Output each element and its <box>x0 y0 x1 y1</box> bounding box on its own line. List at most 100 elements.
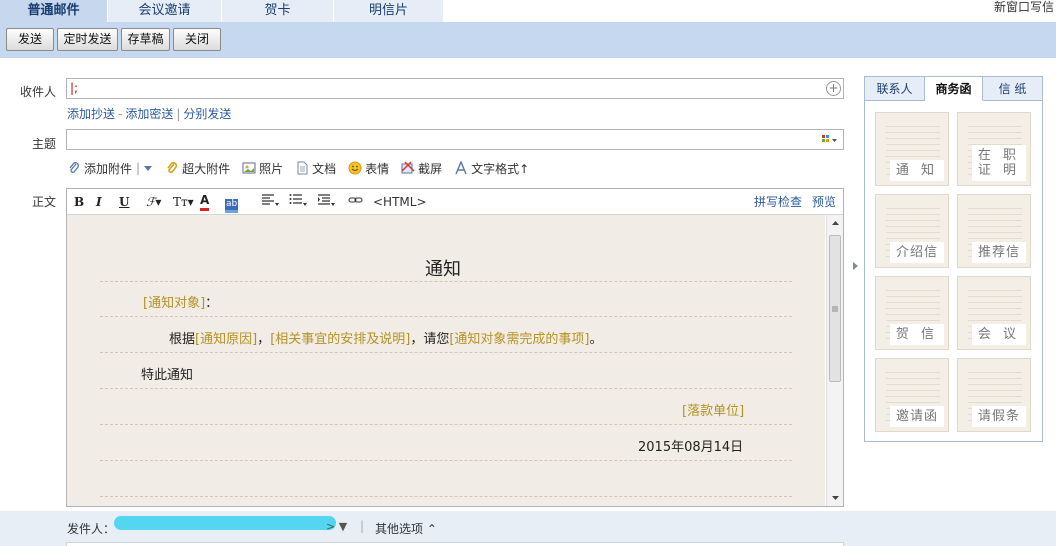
p-end: 。 <box>589 332 603 347</box>
to-input-value: |; <box>70 81 79 95</box>
colon: ： <box>205 296 219 311</box>
text-format-label: 文字格式↑ <box>471 161 530 176</box>
template-label: 邀请函 <box>889 406 944 427</box>
sender-dropdown[interactable]: > ▼ <box>326 520 347 533</box>
large-attachment-icon <box>167 161 178 174</box>
ruled-line <box>100 496 792 497</box>
photo-label: 照片 <box>259 161 284 176</box>
placeholder-reason: [通知原因] <box>195 332 258 347</box>
font-color-icon[interactable]: A <box>200 193 210 211</box>
tab-contacts[interactable]: 联系人 <box>865 77 925 101</box>
template-label: 通 知 <box>889 160 944 181</box>
template-label: 贺 信 <box>889 324 944 345</box>
tab-normal-mail[interactable]: 普通邮件 <box>0 0 108 22</box>
html-mode-button[interactable]: <HTML> <box>373 193 427 211</box>
template-congratulation[interactable]: 贺 信 <box>875 276 949 350</box>
tab-meeting-invite[interactable]: 会议邀请 <box>108 0 222 22</box>
scrollbar-thumb[interactable] <box>829 235 841 382</box>
sender-bar: 发件人： > ▼ | 其他选项 ⌃ <box>0 511 1056 546</box>
scroll-down-icon[interactable] <box>828 494 843 502</box>
template-label: 会 议 <box>971 324 1026 345</box>
template-label: 推荐信 <box>971 242 1026 263</box>
add-recipient-icon[interactable]: + <box>826 81 841 96</box>
placeholder-arrangement: [相关事宜的安排及说明] <box>270 332 411 347</box>
tab-postcard[interactable]: 明信片 <box>334 0 444 22</box>
new-window-link[interactable]: 新窗口写信 <box>994 0 1054 15</box>
editor-content[interactable]: 通知 [通知对象]： 根据[通知原因]，[相关事宜的安排及说明]，请您[通知对象… <box>67 215 825 506</box>
to-input[interactable]: |; + <box>66 78 844 99</box>
screenshot-button[interactable]: 截屏 <box>401 160 442 177</box>
ruled-line <box>100 281 792 282</box>
notice-date: 2015年08月14日 <box>638 440 744 455</box>
spell-check-link[interactable]: 拼写检查 <box>754 193 802 211</box>
underline-icon[interactable]: U <box>119 193 129 211</box>
emoji-label: 表情 <box>365 161 390 176</box>
send-button[interactable]: 发送 <box>6 28 54 51</box>
photo-button[interactable]: 照片 <box>242 160 283 177</box>
document-button[interactable]: 文档 <box>295 160 336 177</box>
text-format-button[interactable]: 文字格式↑ <box>454 160 529 177</box>
rich-text-editor: B I U ℱ▾ Tт▾ A ab <HTML> 拼写检查 预览 通知 [通知对… <box>66 188 844 507</box>
scroll-up-icon[interactable] <box>828 219 843 227</box>
subject-input[interactable] <box>66 129 844 150</box>
template-introduction[interactable]: 介绍信 <box>875 194 949 268</box>
redacted-sender-address <box>114 516 336 530</box>
add-bcc-link[interactable]: 添加密送 <box>125 107 173 121</box>
timed-send-button[interactable]: 定时发送 <box>57 28 118 51</box>
template-notice[interactable]: 通 知 <box>875 112 949 186</box>
separator: | <box>136 161 141 175</box>
template-panel: 联系人 商务函 信 纸 通 知 在 职 证 明 介绍信 推荐信 贺 信 会 议 … <box>864 76 1043 442</box>
template-meeting[interactable]: 会 议 <box>957 276 1031 350</box>
large-attachment-button[interactable]: 超大附件 <box>165 160 230 177</box>
font-size-icon[interactable]: Tт▾ <box>173 193 194 211</box>
separate-send-link[interactable]: 分别发送 <box>183 107 231 121</box>
template-invitation[interactable]: 邀请函 <box>875 358 949 432</box>
indent-icon[interactable] <box>317 193 335 211</box>
editor-scrollbar[interactable] <box>826 215 843 506</box>
ruled-line <box>100 424 792 425</box>
options-panel-edge <box>66 542 844 546</box>
separator: | <box>176 107 181 121</box>
subject-label: 主题 <box>31 137 56 151</box>
document-icon <box>297 161 308 175</box>
align-icon[interactable] <box>261 193 279 211</box>
chevron-right-icon[interactable] <box>852 261 860 271</box>
p-mid: ，请您 <box>410 332 450 347</box>
tab-letter-paper[interactable]: 信 纸 <box>983 77 1042 101</box>
text-format-icon <box>455 161 467 175</box>
preview-link[interactable]: 预览 <box>812 193 836 211</box>
emoji-button[interactable]: 表情 <box>348 160 389 177</box>
separator: | <box>360 519 365 533</box>
notice-closing: 特此通知 <box>141 368 194 383</box>
template-label: 在 职 证 明 <box>971 145 1026 181</box>
add-attachment-button[interactable]: 添加附件 | <box>67 160 153 177</box>
tab-business-letters[interactable]: 商务函 <box>925 77 983 101</box>
tab-greeting-card[interactable]: 贺卡 <box>222 0 334 22</box>
add-cc-link[interactable]: 添加抄送 <box>67 107 115 121</box>
p-comma: ， <box>257 332 271 347</box>
highlight-color-icon[interactable]: ab <box>225 193 239 213</box>
close-button[interactable]: 关闭 <box>173 28 221 51</box>
font-family-icon[interactable]: ℱ▾ <box>146 193 161 211</box>
link-icon[interactable] <box>348 193 364 211</box>
add-attachment-label: 添加附件 <box>84 161 133 176</box>
italic-icon[interactable]: I <box>96 193 102 211</box>
template-employment-cert[interactable]: 在 职 证 明 <box>957 112 1031 186</box>
editor-toolbar: B I U ℱ▾ Tт▾ A ab <HTML> 拼写检查 预览 <box>67 189 843 215</box>
separator: - <box>118 107 123 121</box>
other-options-toggle[interactable]: 其他选项 ⌃ <box>375 520 437 537</box>
placeholder-target: [通知对象] <box>143 296 206 311</box>
list-icon[interactable] <box>289 193 307 211</box>
body-label: 正文 <box>31 195 56 209</box>
save-draft-button[interactable]: 存草稿 <box>121 28 170 51</box>
notice-paragraph: 根据[通知原因]，[相关事宜的安排及说明]，请您[通知对象需完成的事项]。 <box>169 328 603 347</box>
ruled-line <box>100 316 792 317</box>
subject-color-picker-icon[interactable] <box>822 134 838 145</box>
screenshot-icon <box>401 161 415 174</box>
chevron-down-icon[interactable] <box>143 164 153 172</box>
template-recommendation[interactable]: 推荐信 <box>957 194 1031 268</box>
compose-type-tabs: 普通邮件 会议邀请 贺卡 明信片 新窗口写信 <box>0 0 1056 22</box>
compose-toolbar: 发送 定时发送 存草稿 关闭 <box>0 22 1056 58</box>
bold-icon[interactable]: B <box>74 193 84 211</box>
template-leave-request[interactable]: 请假条 <box>957 358 1031 432</box>
